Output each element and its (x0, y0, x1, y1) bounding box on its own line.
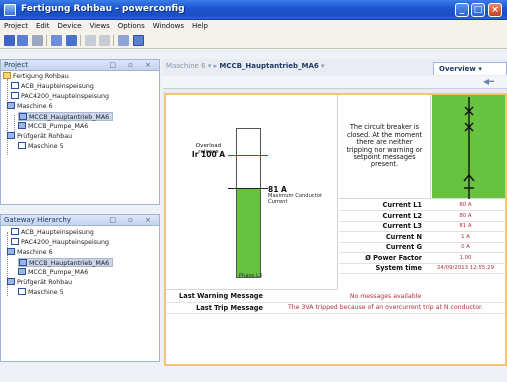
group-icon (7, 102, 15, 109)
tree-item[interactable]: Maschine 5 (18, 288, 64, 297)
menu-windows[interactable]: Windows (149, 20, 188, 30)
table-row: Current L1 80 A (339, 200, 506, 211)
menu-edit[interactable]: Edit (32, 20, 54, 30)
chevron-down-icon: ▾ (478, 65, 482, 73)
tree-item[interactable]: Prüfgerät Rohbau (7, 278, 72, 287)
folder-icon (3, 72, 11, 79)
overview-panel: Overload release Ir 100 A 81 A Maximum C… (164, 93, 507, 366)
table-row: Current N1 A (339, 231, 506, 243)
breaker-icon (19, 259, 27, 266)
project-panel-header: Project □ ▫ × (1, 60, 159, 71)
panel-controls[interactable]: □ ▫ × (109, 60, 156, 71)
undo-icon[interactable] (85, 35, 96, 46)
redo-icon[interactable] (99, 35, 110, 46)
group-icon (7, 132, 15, 139)
compare-icon[interactable] (118, 35, 129, 46)
current-bar (236, 128, 261, 278)
tab-overview-label: Overview (439, 65, 476, 73)
breadcrumb-current[interactable]: MCCB_Hauptantrieb_MA6 (219, 62, 318, 70)
toolbar (0, 33, 507, 49)
current-label: Maximum Conductor Current (268, 193, 323, 205)
current-marker (228, 188, 268, 189)
current-bar-fill (237, 188, 260, 277)
window-title: Fertigung Rohbau - powerconfig (21, 4, 185, 14)
table-row: System time 24/09/2013 12:55:29 (339, 263, 506, 274)
group-icon (7, 278, 15, 285)
breadcrumb: Maschine 6 ▾ ▸ MCCB_Hauptantrieb_MA6 ▾ (166, 62, 325, 70)
group-icon (7, 248, 15, 255)
tree-item[interactable]: Maschine 5 (18, 142, 64, 151)
open-icon[interactable] (17, 35, 28, 46)
tree-item[interactable]: ACB_Haupteinspeisung (11, 82, 94, 91)
breaker-closed-icon (432, 95, 505, 199)
menu-device[interactable]: Device (54, 20, 86, 30)
tree-item[interactable]: PAC4200_Haupteinspeisung (11, 238, 109, 247)
gateway-panel-title: Gateway Hierarchy (4, 216, 71, 224)
table-row: Ø Power Factor 1.00 (339, 252, 506, 264)
meter-icon (11, 92, 19, 99)
tree-item[interactable]: MCCB_Pumpe_MA6 (18, 122, 88, 131)
breaker-icon (18, 268, 26, 275)
menu-options[interactable]: Options (114, 20, 149, 30)
tree-item[interactable]: MCCB_Pumpe_MA6 (18, 268, 88, 277)
device-icon (11, 228, 19, 235)
menu-help[interactable]: Help (188, 20, 212, 30)
messages-table: Last Warning Message No messages availabl… (166, 291, 505, 314)
tree-item[interactable]: ACB_Haupteinspeisung (11, 228, 94, 237)
table-row: Last Trip Message The 3VA tripped because… (166, 302, 505, 314)
current-gauge: Overload release Ir 100 A 81 A Maximum C… (166, 95, 338, 290)
breadcrumb-parent[interactable]: Maschine 6 (166, 62, 206, 70)
status-message: The circuit breaker is closed. At the mo… (339, 95, 431, 199)
project-panel-title: Project (4, 61, 28, 69)
status-message-text: The circuit breaker is closed. At the mo… (346, 123, 423, 169)
table-row: Current L2 80 A (339, 210, 506, 222)
back-arrow-icon[interactable]: ◀━ (483, 77, 494, 86)
title-bar: Fertigung Rohbau - powerconfig _ □ × (0, 0, 507, 20)
minimize-button[interactable]: _ (455, 3, 469, 17)
settings-icon[interactable] (133, 35, 144, 46)
device-icon (18, 142, 26, 149)
table-row: Current L3 81 A (339, 221, 506, 232)
phase-label: Phase L3 (238, 273, 263, 279)
breaker-icon (18, 122, 26, 129)
menu-views[interactable]: Views (85, 20, 113, 30)
panel-controls[interactable]: □ ▫ × (109, 215, 156, 226)
table-row: Current G0 A (339, 242, 506, 253)
online-icon[interactable] (51, 35, 62, 46)
meter-icon (11, 238, 19, 245)
app-icon (4, 4, 16, 16)
breaker-icon (19, 113, 27, 120)
tree-item-selected[interactable]: MCCB_Hauptantrieb_MA6 (18, 258, 114, 267)
save-icon[interactable] (32, 35, 43, 46)
chevron-down-icon[interactable]: ▾ ▸ (208, 62, 219, 70)
tree-item[interactable]: PAC4200_Haupteinspeisung (11, 92, 109, 101)
close-button[interactable]: × (488, 3, 502, 17)
overload-value: Ir 100 A (191, 150, 226, 159)
menu-bar: Project Edit Device Views Options Windows Help (0, 20, 507, 33)
new-icon[interactable] (4, 35, 15, 46)
nav-bar: ◀━ (163, 76, 507, 89)
tab-overview[interactable]: Overview ▾ (433, 62, 507, 75)
gateway-panel-header: Gateway Hierarchy □ ▫ × (1, 215, 159, 226)
tree-item[interactable]: Maschine 6 (7, 102, 53, 111)
transfer-icon[interactable] (66, 35, 77, 46)
maximize-button[interactable]: □ (471, 3, 485, 17)
tree-item[interactable]: Maschine 6 (7, 248, 53, 257)
overload-marker (228, 155, 268, 156)
measurements-table: Current L1 80 A Current L2 80 A Current L3… (339, 200, 506, 274)
chevron-down-icon[interactable]: ▾ (321, 62, 325, 70)
tree-item-selected[interactable]: MCCB_Hauptantrieb_MA6 (18, 112, 114, 121)
tree-item[interactable]: Prüfgerät Rohbau (7, 132, 72, 141)
gateway-panel: Gateway Hierarchy □ ▫ × ACB_Haupteinspei… (0, 214, 160, 362)
tree-item[interactable]: Fertigung Rohbau (3, 72, 69, 81)
table-row: Last Warning Message No messages availabl… (166, 291, 505, 303)
device-icon (11, 82, 19, 89)
project-panel: Project □ ▫ × Fertigung Rohbau ACB_Haupt… (0, 59, 160, 205)
menu-project[interactable]: Project (0, 20, 32, 30)
device-icon (18, 288, 26, 295)
